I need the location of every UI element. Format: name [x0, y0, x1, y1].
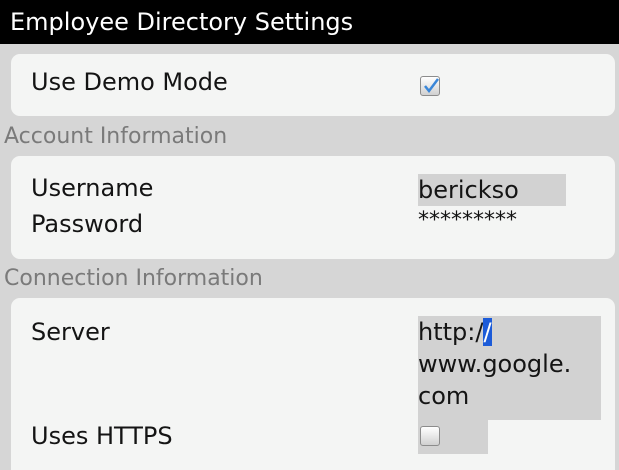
screen-title: Employee Directory Settings — [0, 0, 619, 44]
server-value-text: http:/ — [418, 318, 484, 346]
username-field[interactable]: bericksо — [418, 174, 566, 206]
uses-https-label: Uses HTTPS — [31, 422, 173, 450]
demo-mode-label: Use Demo Mode — [31, 68, 228, 96]
password-label: Password — [31, 210, 144, 238]
username-label: Username — [31, 174, 154, 202]
password-field[interactable]: ********* — [418, 206, 568, 236]
account-section-header: Account Information — [4, 124, 228, 149]
demo-mode-panel: Use Demo Mode — [11, 54, 615, 116]
server-value-line2: www.google. — [418, 350, 572, 378]
account-panel: Username bericksо Password ********* — [11, 156, 615, 259]
connection-panel: Server http:// www.google. com Uses HTTP… — [11, 298, 615, 470]
uses-https-field — [418, 420, 488, 454]
username-value: bericksо — [418, 176, 519, 204]
connection-section-header: Connection Information — [4, 266, 263, 291]
text-cursor-selection: / — [483, 318, 492, 346]
server-value-line3: com — [418, 382, 470, 410]
server-label: Server — [31, 318, 110, 346]
demo-mode-checkbox[interactable] — [420, 76, 440, 96]
password-value: ********* — [418, 208, 517, 233]
uses-https-checkbox[interactable] — [420, 426, 440, 446]
checkmark-icon — [424, 78, 439, 94]
server-field[interactable]: http:// www.google. com — [418, 316, 601, 420]
